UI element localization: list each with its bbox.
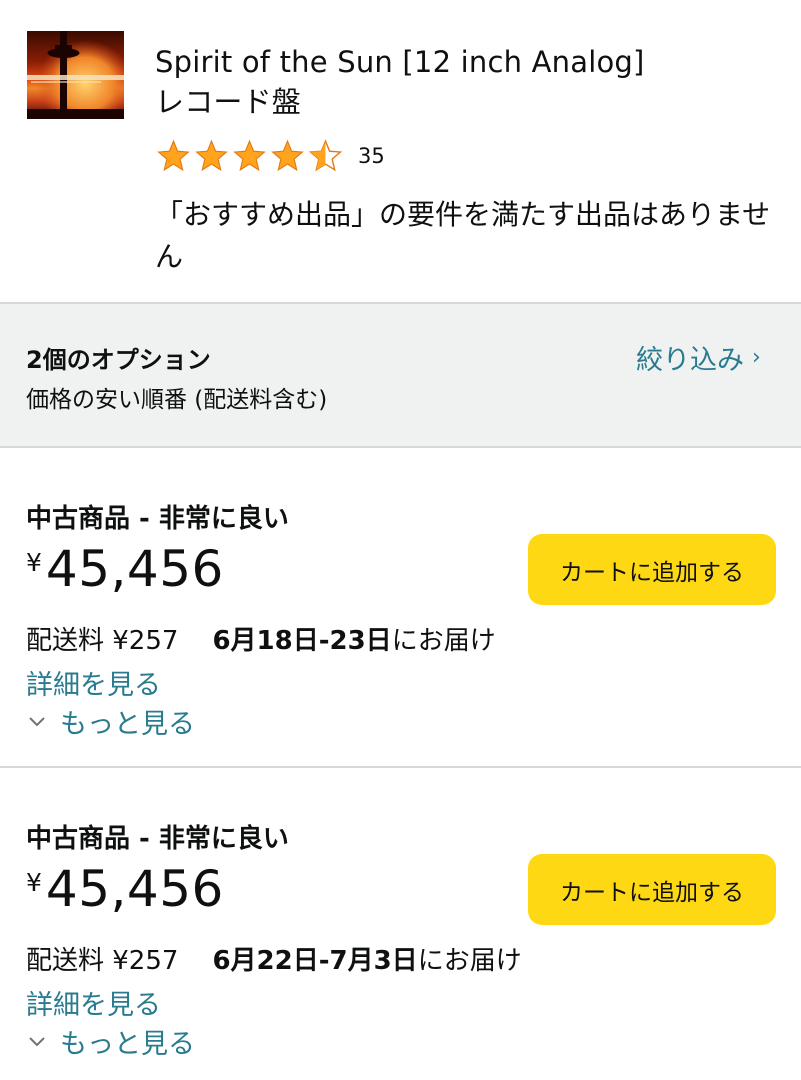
- add-to-cart-button[interactable]: カートに追加する: [528, 534, 776, 605]
- product-title-text: Spirit of the Sun [12 inch Analog]: [155, 45, 645, 79]
- sort-order-label: 価格の安い順番 (配送料含む): [26, 387, 328, 413]
- chevron-down-icon: [29, 1036, 45, 1046]
- album-cover-image[interactable]: [27, 31, 124, 119]
- offer-price: ¥ 45,456: [26, 540, 224, 598]
- delivery-suffix: にお届け: [391, 626, 496, 656]
- delivery-suffix: にお届け: [417, 946, 522, 976]
- see-more-toggle[interactable]: もっと見る: [26, 702, 195, 741]
- currency-symbol: ¥: [26, 868, 42, 897]
- see-more-label: もっと見る: [60, 1029, 195, 1060]
- chevron-down-icon: [29, 716, 45, 726]
- featured-offer-notice: 「おすすめ出品」の要件を満たす出品はありません: [155, 198, 771, 273]
- price-value: 45,456: [45, 860, 224, 918]
- offer-card: 中古商品 - 非常に良い ¥ 45,456 カートに追加する 配送料 ¥257 …: [0, 768, 801, 1080]
- star-rating: [155, 139, 344, 173]
- offer-condition: 中古商品 - 非常に良い: [26, 824, 289, 854]
- shipping-fee: 配送料 ¥257: [26, 626, 179, 656]
- rating[interactable]: 35: [155, 137, 385, 175]
- chevron-right-icon: ›: [752, 345, 761, 370]
- see-more-toggle[interactable]: もっと見る: [26, 1022, 195, 1061]
- add-to-cart-button[interactable]: カートに追加する: [528, 854, 776, 925]
- star-icon: [271, 139, 304, 172]
- see-more-label: もっと見る: [60, 709, 195, 740]
- price-value: 45,456: [45, 540, 224, 598]
- star-icon: [233, 139, 266, 172]
- details-link[interactable]: 詳細を見る: [26, 983, 161, 1022]
- product-header: Spirit of the Sun [12 inch Analog] レコード盤…: [0, 0, 801, 303]
- offer-condition: 中古商品 - 非常に良い: [26, 504, 289, 534]
- delivery-date: 6月18日-23日: [212, 626, 392, 656]
- shipping-info: 配送料 ¥257 6月22日-7月3日 にお届け: [26, 940, 522, 977]
- filter-link[interactable]: 絞り込み ›: [636, 338, 761, 377]
- offer-price: ¥ 45,456: [26, 860, 224, 918]
- shipping-info: 配送料 ¥257 6月18日-23日 にお届け: [26, 620, 496, 657]
- star-icon: [195, 139, 228, 172]
- star-icon: [157, 139, 190, 172]
- star-half-icon: [308, 139, 343, 172]
- filter-label: 絞り込み: [636, 345, 744, 376]
- product-title[interactable]: Spirit of the Sun [12 inch Analog] レコード盤: [155, 42, 775, 122]
- delivery-date: 6月22日-7月3日: [212, 946, 418, 976]
- options-count: 2個のオプション: [26, 346, 211, 374]
- offer-card: 中古商品 - 非常に良い ¥ 45,456 カートに追加する 配送料 ¥257 …: [0, 448, 801, 766]
- details-link[interactable]: 詳細を見る: [26, 663, 161, 702]
- shipping-fee: 配送料 ¥257: [26, 946, 179, 976]
- currency-symbol: ¥: [26, 548, 42, 577]
- product-format: レコード盤: [155, 85, 302, 119]
- rating-count: 35: [358, 144, 385, 168]
